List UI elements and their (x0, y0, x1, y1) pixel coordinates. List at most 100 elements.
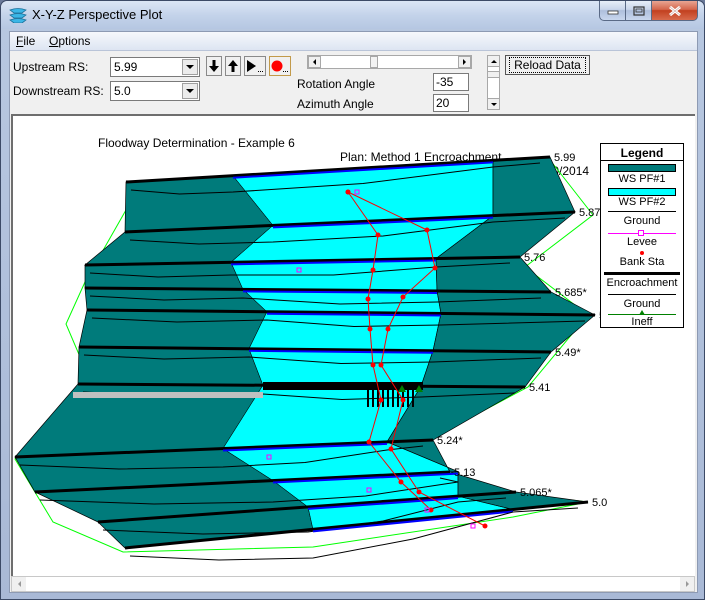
close-button[interactable] (652, 1, 698, 21)
channel-water-surface (248, 348, 434, 387)
azimuth-down-button[interactable] (487, 98, 500, 110)
legend-encroachment: Encroachment (606, 277, 678, 289)
bank-station-point (370, 267, 376, 273)
bank-station-point (365, 296, 371, 302)
close-icon (668, 5, 681, 16)
legend-title: Legend (620, 146, 664, 160)
legend-ground-2: Ground (623, 298, 661, 310)
chevron-down-icon (186, 65, 194, 69)
vertical-scrollbar[interactable] (695, 114, 697, 576)
reload-data-button[interactable]: Reload Data (505, 55, 590, 75)
upstream-rs-dropdown[interactable] (182, 59, 198, 75)
legend-ground-line (608, 211, 676, 212)
menu-file[interactable]: File (16, 34, 35, 48)
bank-station-point (370, 362, 376, 368)
menu-options-mnemonic: O (49, 34, 59, 48)
menu-bar: File Options (10, 32, 697, 51)
upstream-rs-select[interactable]: 5.99 (110, 57, 200, 77)
legend-ws-pf1: WS PF#1 (618, 173, 666, 185)
hscroll-right-button[interactable] (680, 577, 694, 591)
ineff-marker-icon (639, 310, 645, 315)
move-up-button[interactable] (225, 56, 241, 76)
hscroll-left-button[interactable] (12, 577, 26, 591)
river-station-label: 5.24* (437, 435, 463, 447)
menu-options-rest: ptions (58, 34, 91, 48)
bank-station-point (375, 232, 381, 238)
azimuth-thumb[interactable] (487, 71, 500, 78)
bank-station-point (432, 265, 438, 271)
downstream-rs-dropdown[interactable] (182, 83, 198, 99)
minimize-icon (607, 10, 618, 14)
river-station-label: 5.0 (592, 497, 607, 509)
legend-swatch-ws-pf2 (608, 188, 676, 196)
arrow-down-icon (490, 102, 497, 106)
river-station-label: 5.99 (554, 152, 575, 164)
slider-left-button[interactable] (308, 56, 321, 68)
river-station-label: 5.49* (555, 347, 581, 359)
legend-bank-sta: Bank Sta (619, 256, 665, 268)
arrow-down-icon (209, 60, 219, 72)
bank-station-point (424, 227, 430, 233)
bank-station-point (378, 397, 384, 403)
azimuth-up-button[interactable] (487, 55, 500, 67)
bank-station-point (345, 189, 351, 195)
bridge-deck (263, 382, 423, 390)
app-icon (9, 8, 27, 23)
reload-data-label: Reload Data (509, 57, 586, 73)
downstream-rs-value: 5.0 (114, 84, 131, 98)
bank-station-point (366, 439, 372, 445)
channel-water-surface (248, 311, 442, 352)
azimuth-slider[interactable] (487, 55, 500, 110)
bank-station-point (367, 326, 373, 332)
maximize-button[interactable] (626, 1, 652, 21)
bank-station-point (398, 479, 404, 485)
rotation-slider[interactable] (307, 55, 472, 69)
play-icon (247, 60, 263, 72)
window-title: X-Y-Z Perspective Plot (32, 7, 163, 22)
arrow-left-icon (313, 59, 316, 65)
bank-station-point (482, 523, 488, 529)
azimuth-angle-input[interactable]: 20 (433, 94, 469, 112)
left-overbank-surface (77, 346, 264, 386)
rotation-angle-input[interactable]: -35 (433, 73, 469, 91)
slider-thumb[interactable] (370, 56, 379, 68)
window: X-Y-Z Perspective Plot File Options Upst… (0, 0, 705, 600)
perspective-plot: 5.995.875*5.765.685*5.615.49*5.415.24*5.… (14, 152, 620, 561)
bank-station-point (385, 326, 391, 332)
downstream-rs-label: Downstream RS: (13, 84, 104, 98)
river-station-label: 5.41 (529, 382, 550, 394)
bridge-road-gray (73, 392, 263, 398)
upstream-rs-value: 5.99 (114, 60, 138, 74)
bank-sta-marker-icon (640, 251, 644, 255)
river-station-label: 5.76 (524, 252, 545, 264)
play-button[interactable] (244, 56, 266, 76)
river-station-label: 5.065* (520, 487, 553, 499)
rotation-angle-label: Rotation Angle (297, 77, 376, 91)
title-bar: X-Y-Z Perspective Plot (1, 1, 704, 29)
move-down-button[interactable] (206, 56, 222, 76)
record-button[interactable] (269, 56, 291, 76)
levee-marker (470, 523, 476, 529)
bank-station-point (378, 362, 384, 368)
river-station-label: 5.13 (454, 467, 475, 479)
maximize-icon (632, 5, 645, 16)
azimuth-angle-label: Azimuth Angle (297, 97, 374, 111)
minimize-button[interactable] (599, 1, 626, 21)
legend-encroachment-line (604, 272, 680, 275)
upstream-rs-label: Upstream RS: (13, 60, 89, 74)
legend-swatch-ws-pf1 (608, 164, 676, 172)
slider-right-button[interactable] (458, 56, 471, 68)
arrow-right-icon (463, 59, 466, 65)
legend-ineff: Ineff (631, 316, 653, 328)
river-station-label: 5.685* (555, 287, 588, 299)
menu-options[interactable]: Options (49, 34, 90, 48)
legend-ground: Ground (623, 215, 661, 227)
horizontal-scrollbar[interactable] (11, 576, 695, 592)
arrow-up-icon (228, 60, 238, 72)
bank-station-point (416, 489, 422, 495)
bank-station-point (400, 397, 406, 403)
plot-area[interactable]: Floodway Determination - Example 6 Plan:… (11, 114, 695, 576)
downstream-rs-select[interactable]: 5.0 (110, 81, 200, 101)
legend-divider (601, 160, 683, 161)
arrow-right-icon (685, 581, 689, 587)
